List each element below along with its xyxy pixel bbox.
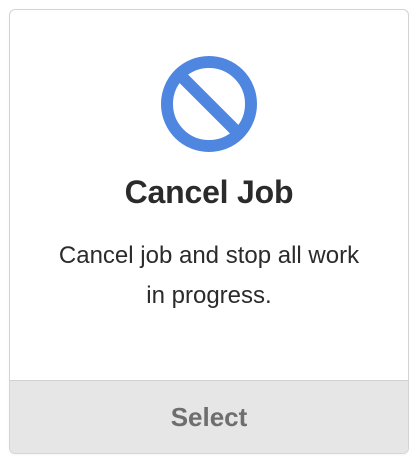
select-button[interactable]: Select <box>10 380 408 453</box>
icon-container <box>10 52 408 156</box>
prohibited-icon <box>161 56 257 152</box>
card-title: Cancel Job <box>124 174 294 210</box>
select-button-label: Select <box>170 401 248 432</box>
cancel-job-card[interactable]: Cancel Job Cancel job and stop all work … <box>9 9 409 454</box>
card-description: Cancel job and stop all work in progress… <box>58 242 360 309</box>
